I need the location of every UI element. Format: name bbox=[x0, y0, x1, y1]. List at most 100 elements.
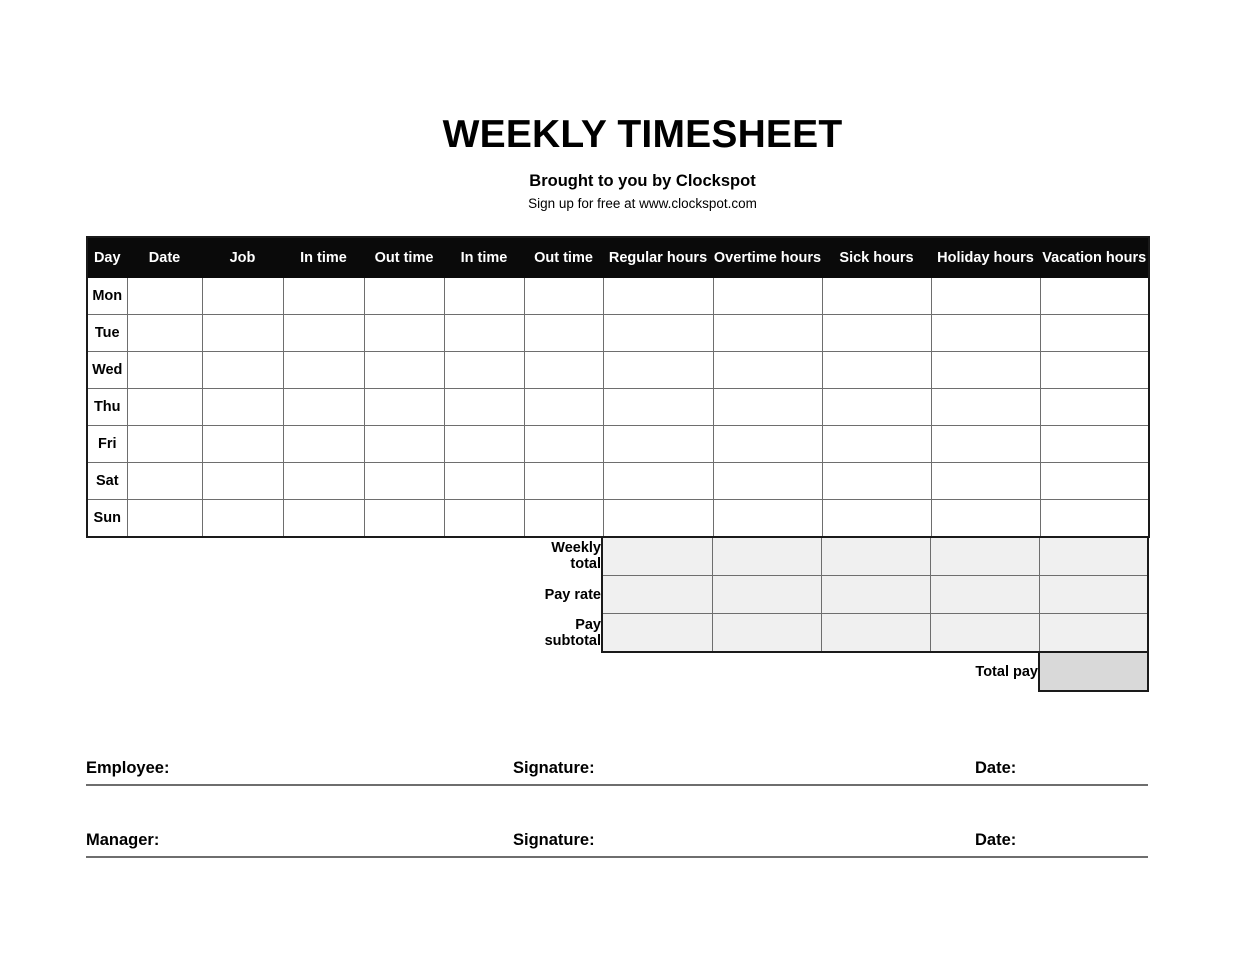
cell-regular-hours[interactable] bbox=[602, 499, 714, 538]
cell-out-time-2[interactable] bbox=[523, 499, 604, 538]
summary-cell-overtime-hours[interactable] bbox=[711, 613, 822, 653]
cell-in-time-2[interactable] bbox=[443, 462, 525, 500]
summary-cell-vacation-hours[interactable] bbox=[1038, 575, 1149, 614]
cell-overtime-hours[interactable] bbox=[712, 425, 823, 463]
cell-vacation-hours[interactable] bbox=[1039, 351, 1150, 389]
cell-out-time-2[interactable] bbox=[523, 388, 604, 426]
summary-cell-holiday-hours[interactable] bbox=[929, 536, 1040, 576]
column-header-date: Date bbox=[126, 236, 203, 278]
cell-out-time-1[interactable] bbox=[363, 351, 445, 389]
cell-out-time-2[interactable] bbox=[523, 277, 604, 315]
cell-out-time-1[interactable] bbox=[363, 499, 445, 538]
cell-overtime-hours[interactable] bbox=[712, 277, 823, 315]
cell-holiday-hours[interactable] bbox=[930, 351, 1041, 389]
summary-cell-overtime-hours[interactable] bbox=[711, 575, 822, 614]
cell-holiday-hours[interactable] bbox=[930, 425, 1041, 463]
cell-overtime-hours[interactable] bbox=[712, 388, 823, 426]
cell-in-time-2[interactable] bbox=[443, 425, 525, 463]
cell-job[interactable] bbox=[201, 314, 284, 352]
manager-signature-rule bbox=[86, 856, 1148, 858]
cell-job[interactable] bbox=[201, 277, 284, 315]
cell-sick-hours[interactable] bbox=[821, 425, 932, 463]
cell-date[interactable] bbox=[126, 425, 203, 463]
cell-vacation-hours[interactable] bbox=[1039, 462, 1150, 500]
cell-in-time-1[interactable] bbox=[282, 425, 365, 463]
summary-cell-sick-hours[interactable] bbox=[820, 575, 931, 614]
cell-vacation-hours[interactable] bbox=[1039, 277, 1150, 315]
cell-regular-hours[interactable] bbox=[602, 277, 714, 315]
summary-cell-total-pay[interactable] bbox=[1038, 651, 1149, 692]
cell-sick-hours[interactable] bbox=[821, 351, 932, 389]
cell-in-time-1[interactable] bbox=[282, 388, 365, 426]
summary-cell-regular-hours[interactable] bbox=[601, 575, 713, 614]
cell-in-time-1[interactable] bbox=[282, 499, 365, 538]
cell-job[interactable] bbox=[201, 462, 284, 500]
cell-date[interactable] bbox=[126, 314, 203, 352]
cell-holiday-hours[interactable] bbox=[930, 277, 1041, 315]
cell-job[interactable] bbox=[201, 388, 284, 426]
cell-sick-hours[interactable] bbox=[821, 388, 932, 426]
summary-cell-regular-hours[interactable] bbox=[601, 613, 713, 653]
cell-regular-hours[interactable] bbox=[602, 351, 714, 389]
cell-date[interactable] bbox=[126, 277, 203, 315]
cell-holiday-hours[interactable] bbox=[930, 462, 1041, 500]
day-label: Thu bbox=[86, 388, 128, 426]
cell-overtime-hours[interactable] bbox=[712, 499, 823, 538]
summary-cell-vacation-hours[interactable] bbox=[1038, 536, 1149, 576]
cell-regular-hours[interactable] bbox=[602, 462, 714, 500]
cell-out-time-1[interactable] bbox=[363, 425, 445, 463]
cell-in-time-2[interactable] bbox=[443, 499, 525, 538]
cell-regular-hours[interactable] bbox=[602, 314, 714, 352]
cell-overtime-hours[interactable] bbox=[712, 462, 823, 500]
cell-vacation-hours[interactable] bbox=[1039, 499, 1150, 538]
cell-job[interactable] bbox=[201, 351, 284, 389]
cell-out-time-1[interactable] bbox=[363, 462, 445, 500]
summary-cell-overtime-hours[interactable] bbox=[711, 536, 822, 576]
summary-cell-holiday-hours[interactable] bbox=[929, 613, 1040, 653]
summary-cell-holiday-hours[interactable] bbox=[929, 575, 1040, 614]
cell-in-time-2[interactable] bbox=[443, 388, 525, 426]
cell-job[interactable] bbox=[201, 425, 284, 463]
cell-in-time-2[interactable] bbox=[443, 351, 525, 389]
cell-job[interactable] bbox=[201, 499, 284, 538]
cell-in-time-1[interactable] bbox=[282, 314, 365, 352]
cell-out-time-2[interactable] bbox=[523, 462, 604, 500]
timesheet-page: WEEKLY TIMESHEET Brought to you by Clock… bbox=[0, 0, 1255, 970]
cell-date[interactable] bbox=[126, 388, 203, 426]
cell-out-time-2[interactable] bbox=[523, 351, 604, 389]
cell-in-time-1[interactable] bbox=[282, 277, 365, 315]
cell-vacation-hours[interactable] bbox=[1039, 314, 1150, 352]
cell-date[interactable] bbox=[126, 462, 203, 500]
summary-cell-sick-hours[interactable] bbox=[820, 613, 931, 653]
page-title: WEEKLY TIMESHEET bbox=[442, 113, 843, 156]
cell-sick-hours[interactable] bbox=[821, 499, 932, 538]
cell-date[interactable] bbox=[126, 499, 203, 538]
cell-holiday-hours[interactable] bbox=[930, 314, 1041, 352]
cell-vacation-hours[interactable] bbox=[1039, 388, 1150, 426]
cell-regular-hours[interactable] bbox=[602, 425, 714, 463]
cell-in-time-1[interactable] bbox=[282, 351, 365, 389]
summary-cell-sick-hours[interactable] bbox=[820, 536, 931, 576]
cell-out-time-2[interactable] bbox=[523, 425, 604, 463]
cell-sick-hours[interactable] bbox=[821, 314, 932, 352]
table-row: Fri bbox=[86, 425, 1150, 463]
cell-overtime-hours[interactable] bbox=[712, 314, 823, 352]
cell-date[interactable] bbox=[126, 351, 203, 389]
cell-out-time-2[interactable] bbox=[523, 314, 604, 352]
cell-overtime-hours[interactable] bbox=[712, 351, 823, 389]
cell-holiday-hours[interactable] bbox=[930, 388, 1041, 426]
cell-vacation-hours[interactable] bbox=[1039, 425, 1150, 463]
summary-cell-regular-hours[interactable] bbox=[601, 536, 713, 576]
document-subtitle: Brought to you by Clockspot bbox=[529, 172, 756, 190]
cell-sick-hours[interactable] bbox=[821, 277, 932, 315]
cell-out-time-1[interactable] bbox=[363, 314, 445, 352]
cell-in-time-2[interactable] bbox=[443, 314, 525, 352]
cell-out-time-1[interactable] bbox=[363, 388, 445, 426]
cell-out-time-1[interactable] bbox=[363, 277, 445, 315]
cell-regular-hours[interactable] bbox=[602, 388, 714, 426]
cell-in-time-2[interactable] bbox=[443, 277, 525, 315]
cell-in-time-1[interactable] bbox=[282, 462, 365, 500]
cell-sick-hours[interactable] bbox=[821, 462, 932, 500]
summary-cell-vacation-hours[interactable] bbox=[1038, 613, 1149, 653]
cell-holiday-hours[interactable] bbox=[930, 499, 1041, 538]
